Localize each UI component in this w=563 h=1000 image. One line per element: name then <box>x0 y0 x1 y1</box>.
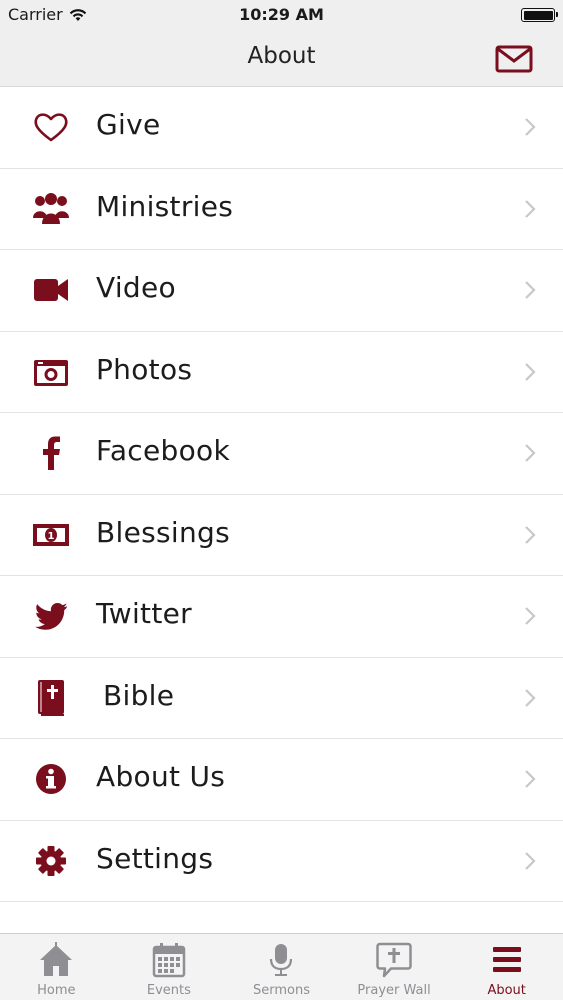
tab-label: About <box>487 983 526 998</box>
menu-item-twitter[interactable]: Twitter <box>0 576 563 658</box>
home-icon <box>40 942 73 976</box>
about-menu-list: Give Ministries Video Photos Facebook 1 … <box>0 87 563 902</box>
menu-item-label: Give <box>96 108 161 141</box>
facebook-icon <box>30 433 72 473</box>
chevron-right-icon <box>525 688 536 707</box>
tab-label: Sermons <box>252 983 310 998</box>
tab-events[interactable]: Events <box>113 934 226 1000</box>
envelope-icon <box>495 45 533 73</box>
chevron-right-icon <box>525 118 536 136</box>
twitter-icon <box>30 596 72 636</box>
menu-item-bible[interactable]: Bible <box>0 657 563 739</box>
tab-label: Events <box>146 983 191 998</box>
gear-icon <box>30 841 72 881</box>
menu-item-label: Ministries <box>96 189 234 223</box>
video-camera-icon <box>30 270 72 310</box>
svg-text:1: 1 <box>48 531 55 542</box>
menu-item-give[interactable]: Give <box>0 87 563 169</box>
menu-item-photos[interactable]: Photos <box>0 331 563 413</box>
tab-sermons[interactable]: Sermons <box>225 934 338 1000</box>
prayer-bubble-icon <box>376 942 412 978</box>
camera-icon <box>30 352 72 392</box>
status-bar: Carrier 10:29 AM <box>0 0 563 30</box>
chevron-right-icon <box>525 851 536 870</box>
page-title: About <box>247 43 316 69</box>
chevron-right-icon <box>525 281 536 299</box>
menu-item-ministries[interactable]: Ministries <box>0 168 563 250</box>
menu-item-facebook[interactable]: Facebook <box>0 413 563 495</box>
menu-item-about-us[interactable]: About Us <box>0 739 563 821</box>
tab-prayer-wall[interactable]: Prayer Wall <box>338 934 451 1000</box>
menu-icon <box>492 947 521 972</box>
menu-item-video[interactable]: Video <box>0 250 563 332</box>
chevron-right-icon <box>525 362 536 381</box>
tab-about[interactable]: About <box>450 934 563 1000</box>
menu-item-label: Blessings <box>96 515 230 549</box>
microphone-icon <box>270 944 293 976</box>
menu-item-settings[interactable]: Settings <box>0 820 563 902</box>
menu-item-label: Photos <box>96 352 193 386</box>
battery-icon <box>521 8 558 22</box>
tab-label: Prayer Wall <box>357 983 431 998</box>
tab-home[interactable]: Home <box>0 934 113 1000</box>
group-icon <box>30 189 72 229</box>
tab-bar: Home Events Sermons Prayer Wall About <box>0 933 563 1000</box>
menu-item-label: Bible <box>103 678 175 712</box>
chevron-right-icon <box>525 607 536 625</box>
money-icon: 1 <box>30 515 72 555</box>
chevron-right-icon <box>525 444 536 462</box>
chevron-right-icon <box>525 525 536 544</box>
calendar-icon <box>152 943 186 978</box>
bible-icon <box>30 678 72 718</box>
menu-item-label: Facebook <box>96 434 230 467</box>
chevron-right-icon <box>525 770 536 788</box>
menu-item-label: Twitter <box>96 597 192 630</box>
chevron-right-icon <box>525 199 536 218</box>
menu-item-label: Video <box>96 271 176 304</box>
info-icon <box>30 759 72 799</box>
clock: 10:29 AM <box>239 5 324 24</box>
menu-item-label: Settings <box>96 841 214 875</box>
menu-item-blessings[interactable]: 1 Blessings <box>0 494 563 576</box>
tab-label: Home <box>37 983 76 998</box>
menu-item-label: About Us <box>96 760 226 793</box>
heart-icon <box>30 107 72 147</box>
mail-button[interactable] <box>495 44 533 74</box>
navigation-bar: About <box>0 30 563 87</box>
